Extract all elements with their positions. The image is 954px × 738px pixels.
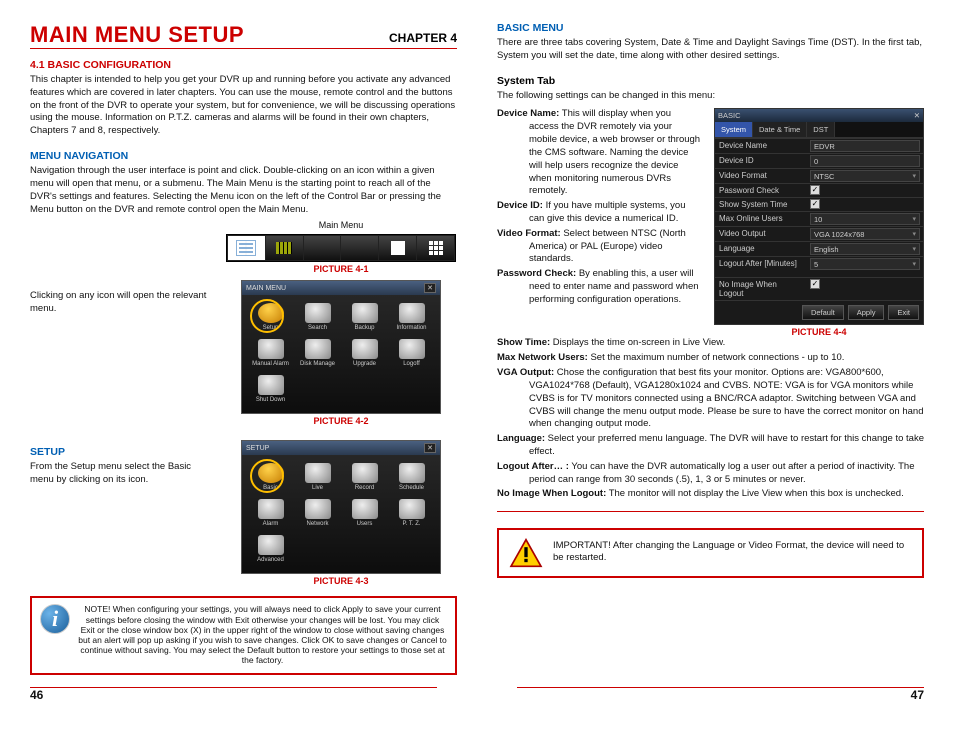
window-title: SETUP [246,445,269,452]
setup-paragraph: From the Setup menu select the Basic men… [30,461,215,487]
settings-tab[interactable]: Date & Time [753,122,807,137]
caption-4-3: PICTURE 4-3 [225,576,457,586]
item-device-name: Device Name: This will display when you … [497,108,702,198]
divider [497,511,924,512]
item-device-id: Device ID: If you have multiple systems,… [497,200,702,226]
menu-icon: Live [295,463,340,495]
settings-row: Video FormatNTSC▾ [715,168,923,183]
heading-menu-navigation: MENU NAVIGATION [30,150,457,162]
item-vga-output: VGA Output: Chose the configuration that… [497,367,924,431]
settings-button[interactable]: Exit [888,305,919,320]
click-paragraph: Clicking on any icon will open the relev… [30,290,215,316]
menu-icon: Shut Down [248,375,293,407]
note-box: i NOTE! When configuring your settings, … [30,596,457,675]
settings-tab[interactable]: DST [807,122,835,137]
picture-4-2: MAIN MENU✕ SetupSearchBackupInformationM… [241,280,441,414]
menu-icon: Information [389,303,434,335]
dropdown[interactable]: 10▾ [810,213,920,225]
info-icon: i [40,604,70,634]
text-input[interactable]: 0 [810,155,920,167]
page-title: MAIN MENU SETUP [30,22,244,48]
menu-icon: Logoff [389,339,434,371]
menu-icon: Advanced [248,535,293,567]
menu-icon: Backup [342,303,387,335]
settings-title: BASIC [718,111,741,120]
settings-row: Logout After [Minutes]5▾ [715,256,923,271]
item-show-time: Show Time: Displays the time on-screen i… [497,337,924,350]
caption-4-1: PICTURE 4-1 [225,264,457,274]
text-input[interactable]: EDVR [810,140,920,152]
dropdown[interactable]: NTSC▾ [810,170,920,182]
menu-icon: Upgrade [342,339,387,371]
settings-button[interactable]: Apply [848,305,885,320]
checkbox[interactable]: ✓ [810,199,820,209]
menu-icon: Network [295,499,340,531]
picture-4-3: SETUP✕ BasicLiveRecordScheduleAlarmNetwo… [241,440,441,574]
item-logout-after: Logout After… : You can have the DVR aut… [497,461,924,487]
item-video-format: Video Format: Select between NTSC (North… [497,228,702,266]
settings-row: Password Check✓ [715,183,923,197]
page-number-left: 46 [30,687,437,702]
dropdown[interactable]: 5▾ [810,258,920,270]
grid9-icon [429,241,443,255]
caption-4-2: PICTURE 4-2 [225,416,457,426]
settings-row: LanguageEnglish▾ [715,241,923,256]
menu-icon: Record [342,463,387,495]
heading-basic-menu: BASIC MENU [497,22,924,34]
menu-icon: P. T. Z. [389,499,434,531]
menu-icon: Alarm [248,499,293,531]
item-max-users: Max Network Users: Set the maximum numbe… [497,352,924,365]
chapter-label: CHAPTER 4 [389,31,457,45]
menu-icon: Disk Manage [295,339,340,371]
settings-tab[interactable]: System [715,122,753,137]
important-text: IMPORTANT! After changing the Language o… [553,540,912,565]
intro-paragraph: This chapter is intended to help you get… [30,74,457,138]
menu-icon: Users [342,499,387,531]
nav-paragraph: Navigation through the user interface is… [30,165,457,216]
settings-row: Device NameEDVR [715,138,923,153]
stripes-icon [276,242,292,254]
item-password-check: Password Check: By enabling this, a user… [497,268,702,306]
item-no-image: No Image When Logout: The monitor will n… [497,488,924,501]
menu-book-icon [236,240,256,256]
caption-4-4: PICTURE 4-4 [714,327,924,337]
note-text: NOTE! When configuring your settings, yo… [78,604,447,665]
item-language: Language: Select your preferred menu lan… [497,433,924,459]
checkbox[interactable]: ✓ [810,279,820,289]
checkbox[interactable]: ✓ [810,185,820,195]
heading-setup: SETUP [30,446,215,458]
heading-system-tab: System Tab [497,75,924,87]
picture-4-1 [226,234,456,262]
close-icon: ✕ [424,443,436,453]
mainmenu-label: Main Menu [225,220,457,230]
system-tab-intro: The following settings can be changed in… [497,90,924,103]
window-title: MAIN MENU [246,285,286,292]
grid4-icon [391,241,405,255]
menu-icon: Search [295,303,340,335]
close-icon: ✕ [424,283,436,293]
settings-row: No Image When Logout✓ [715,277,923,300]
menu-icon: Schedule [389,463,434,495]
section-basic-config: 4.1 BASIC CONFIGURATION [30,59,457,71]
important-box: IMPORTANT! After changing the Language o… [497,528,924,578]
dropdown[interactable]: VGA 1024x768▾ [810,228,920,240]
close-icon: ✕ [914,111,920,120]
picture-4-4: BASIC ✕ SystemDate & TimeDST Device NameE… [714,108,924,325]
dropdown[interactable]: English▾ [810,243,920,255]
warning-icon [509,538,543,568]
menu-icon: Manual Alarm [248,339,293,371]
basic-menu-paragraph: There are three tabs covering System, Da… [497,37,924,63]
settings-row: Device ID0 [715,153,923,168]
settings-row: Show System Time✓ [715,197,923,211]
settings-button[interactable]: Default [802,305,844,320]
settings-row: Video OutputVGA 1024x768▾ [715,226,923,241]
settings-row: Max Online Users10▾ [715,211,923,226]
page-number-right: 47 [517,687,924,702]
